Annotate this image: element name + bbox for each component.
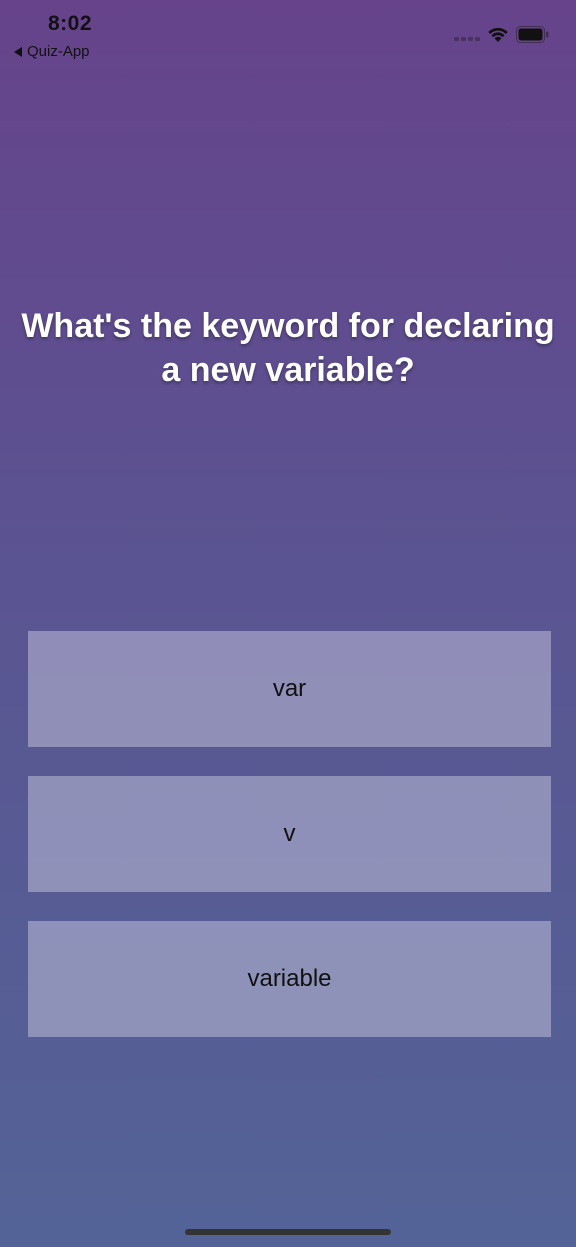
signal-icon xyxy=(454,37,480,41)
battery-icon xyxy=(516,26,549,43)
back-app-label: Quiz-App xyxy=(27,43,90,60)
status-time: 8:02 xyxy=(48,12,93,35)
back-to-app-button[interactable]: Quiz-App xyxy=(14,43,90,60)
home-indicator[interactable] xyxy=(185,1229,391,1235)
wifi-icon xyxy=(488,27,508,42)
status-bar: 8:02 Quiz-App xyxy=(0,0,576,70)
answer-list: var v variable xyxy=(28,631,551,1066)
answer-button-variable[interactable]: variable xyxy=(28,921,551,1037)
back-arrow-icon xyxy=(14,46,22,57)
answer-button-var[interactable]: var xyxy=(28,631,551,747)
answer-button-v[interactable]: v xyxy=(28,776,551,892)
question-text: What's the keyword for declaring a new v… xyxy=(21,307,555,389)
